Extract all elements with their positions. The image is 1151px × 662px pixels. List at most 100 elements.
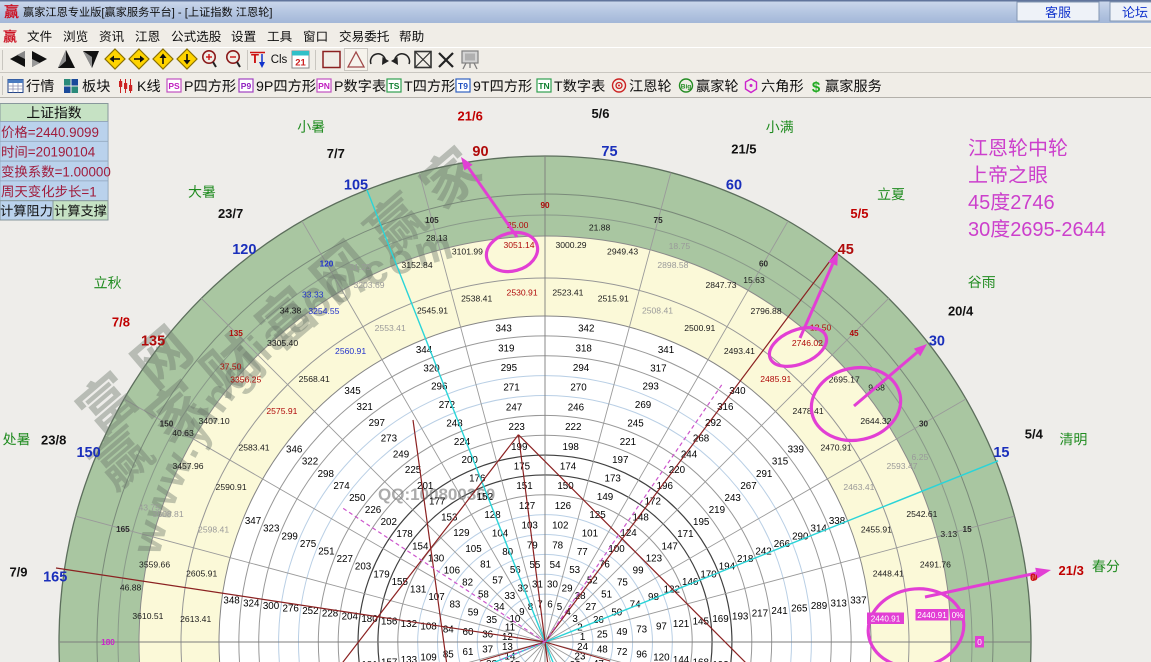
- svg-text:339: 339: [788, 445, 804, 456]
- svg-text:20/4: 20/4: [948, 303, 974, 318]
- svg-text:201: 201: [417, 481, 433, 492]
- svg-text:168: 168: [693, 658, 710, 662]
- svg-text:2746: 2746: [1010, 192, 1054, 214]
- svg-text:270: 270: [570, 383, 587, 394]
- svg-text:51: 51: [601, 590, 612, 601]
- svg-text:202: 202: [381, 517, 397, 528]
- svg-text:289: 289: [811, 601, 827, 612]
- svg-text:2583.41: 2583.41: [238, 443, 269, 453]
- svg-text:121: 121: [673, 619, 689, 630]
- svg-text:174: 174: [560, 462, 577, 473]
- svg-text:2478.41: 2478.41: [793, 406, 824, 416]
- svg-text:21/5: 21/5: [731, 142, 756, 157]
- svg-text:2605.91: 2605.91: [186, 569, 217, 579]
- svg-text:3101.99: 3101.99: [452, 247, 483, 257]
- svg-text:77: 77: [577, 547, 588, 558]
- svg-text:274: 274: [333, 481, 350, 492]
- svg-text:317: 317: [650, 363, 666, 374]
- svg-text:3559.66: 3559.66: [139, 559, 170, 569]
- svg-text:=1.00000: =1.00000: [55, 165, 111, 180]
- svg-text:40.63: 40.63: [172, 428, 194, 438]
- svg-text:Big: Big: [681, 84, 692, 91]
- svg-text:337: 337: [850, 596, 866, 607]
- svg-text:203: 203: [355, 562, 372, 573]
- svg-text:2485.91: 2485.91: [760, 374, 791, 384]
- svg-text:99: 99: [633, 566, 644, 577]
- svg-text:150: 150: [76, 445, 100, 461]
- svg-text:3000.29: 3000.29: [555, 240, 586, 250]
- svg-text:291: 291: [756, 469, 772, 480]
- svg-text:2440.91: 2440.91: [871, 615, 901, 624]
- svg-text:73: 73: [636, 624, 647, 635]
- svg-text:45: 45: [849, 329, 859, 338]
- svg-text:2491.76: 2491.76: [920, 559, 951, 569]
- svg-text:193: 193: [732, 611, 749, 622]
- svg-text:TS: TS: [389, 81, 400, 91]
- svg-text:21/3: 21/3: [1059, 563, 1084, 578]
- svg-text:347: 347: [245, 516, 261, 527]
- svg-text:135: 135: [141, 333, 165, 349]
- svg-text:2898.58: 2898.58: [657, 260, 688, 270]
- svg-text:249: 249: [393, 449, 409, 460]
- svg-text:244: 244: [681, 449, 698, 460]
- svg-text:297: 297: [369, 418, 385, 429]
- svg-text:0: 0: [977, 638, 982, 647]
- svg-text:3356.25: 3356.25: [230, 375, 261, 385]
- svg-text:321: 321: [357, 402, 373, 413]
- svg-text:319: 319: [498, 343, 514, 354]
- svg-text:75: 75: [601, 144, 617, 160]
- svg-text:198: 198: [563, 442, 580, 453]
- svg-text:75: 75: [617, 578, 628, 589]
- svg-text:18.75: 18.75: [669, 241, 691, 251]
- svg-text:2545.91: 2545.91: [417, 306, 448, 316]
- svg-text:180: 180: [101, 638, 115, 647]
- svg-text:226: 226: [365, 505, 382, 516]
- svg-text:245: 245: [627, 418, 644, 429]
- svg-text:97: 97: [656, 622, 667, 633]
- svg-text:345: 345: [344, 386, 361, 397]
- svg-text:153: 153: [441, 512, 458, 523]
- svg-text:250: 250: [349, 493, 366, 504]
- svg-text:147: 147: [662, 541, 678, 552]
- svg-text:TN: TN: [538, 81, 549, 91]
- svg-text:84: 84: [443, 624, 454, 635]
- svg-text:292: 292: [705, 418, 721, 429]
- svg-text:322: 322: [302, 457, 318, 468]
- svg-text:2538.41: 2538.41: [461, 294, 492, 304]
- svg-text:P: P: [184, 79, 193, 95]
- svg-text:3051.14: 3051.14: [503, 240, 534, 250]
- svg-text:5: 5: [557, 602, 563, 613]
- svg-text:30: 30: [919, 420, 929, 429]
- svg-text:129: 129: [453, 528, 469, 539]
- svg-text:120: 120: [232, 242, 256, 258]
- svg-text:217: 217: [752, 609, 768, 620]
- svg-text:2590.91: 2590.91: [216, 482, 247, 492]
- svg-text:2553.41: 2553.41: [375, 323, 406, 333]
- svg-text:276: 276: [283, 604, 300, 615]
- svg-text:9T: 9T: [473, 79, 490, 95]
- svg-text:T: T: [554, 79, 563, 95]
- svg-text:294: 294: [573, 363, 590, 374]
- svg-text:48: 48: [597, 645, 608, 656]
- svg-text:169: 169: [712, 614, 728, 625]
- svg-text:323: 323: [263, 524, 280, 535]
- svg-text:267: 267: [740, 481, 756, 492]
- svg-text:2796.88: 2796.88: [751, 306, 782, 316]
- svg-text:341: 341: [658, 345, 674, 356]
- svg-text:2455.91: 2455.91: [861, 525, 892, 535]
- svg-text:2470.91: 2470.91: [820, 443, 851, 453]
- svg-text:227: 227: [337, 554, 353, 565]
- svg-text:293: 293: [643, 382, 660, 393]
- svg-text:9P: 9P: [256, 79, 273, 95]
- svg-text:298: 298: [318, 469, 335, 480]
- svg-text:126: 126: [555, 501, 572, 512]
- svg-text:24: 24: [577, 642, 588, 653]
- svg-text:220: 220: [669, 465, 686, 476]
- svg-text:90: 90: [540, 201, 550, 210]
- svg-text:25: 25: [597, 630, 608, 641]
- svg-text:120: 120: [653, 652, 670, 662]
- svg-text:313: 313: [831, 598, 848, 609]
- svg-text:PS: PS: [168, 81, 180, 91]
- svg-text:3: 3: [572, 614, 578, 625]
- svg-text:173: 173: [605, 474, 622, 485]
